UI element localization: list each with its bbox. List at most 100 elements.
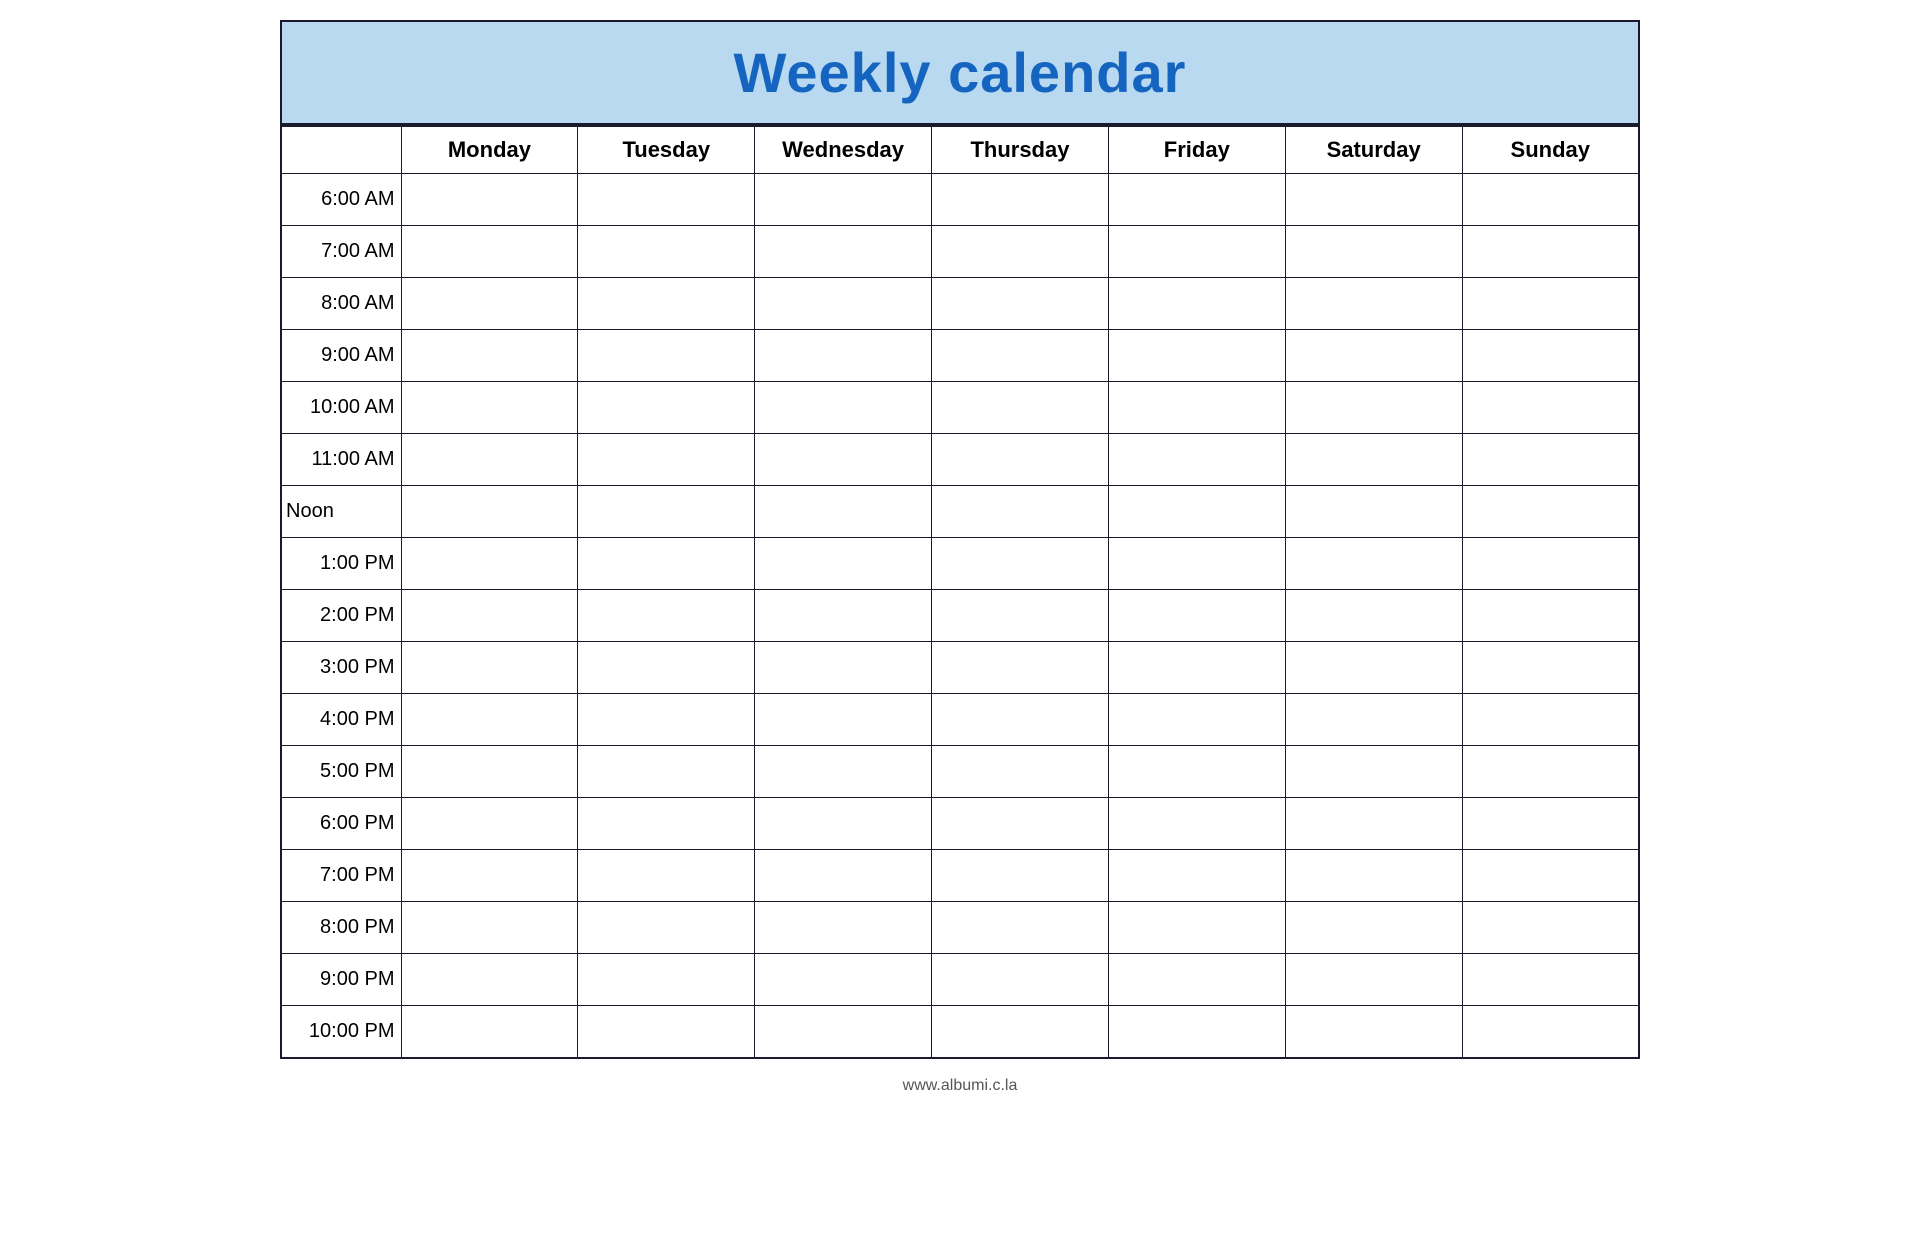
calendar-cell[interactable] [578, 538, 755, 590]
calendar-cell[interactable] [932, 538, 1109, 590]
calendar-cell[interactable] [578, 1006, 755, 1058]
calendar-cell[interactable] [401, 174, 578, 226]
calendar-cell[interactable] [1108, 798, 1285, 850]
calendar-cell[interactable] [1462, 746, 1639, 798]
calendar-cell[interactable] [755, 174, 932, 226]
calendar-cell[interactable] [1285, 486, 1462, 538]
calendar-cell[interactable] [1108, 382, 1285, 434]
calendar-cell[interactable] [401, 642, 578, 694]
calendar-cell[interactable] [1285, 590, 1462, 642]
calendar-cell[interactable] [932, 226, 1109, 278]
calendar-cell[interactable] [401, 590, 578, 642]
calendar-cell[interactable] [1462, 382, 1639, 434]
calendar-cell[interactable] [1108, 850, 1285, 902]
calendar-cell[interactable] [1285, 226, 1462, 278]
calendar-cell[interactable] [1108, 902, 1285, 954]
calendar-cell[interactable] [1108, 486, 1285, 538]
calendar-cell[interactable] [1462, 954, 1639, 1006]
calendar-cell[interactable] [578, 694, 755, 746]
calendar-cell[interactable] [578, 850, 755, 902]
calendar-cell[interactable] [578, 902, 755, 954]
calendar-cell[interactable] [1108, 538, 1285, 590]
calendar-cell[interactable] [1108, 434, 1285, 486]
calendar-cell[interactable] [578, 954, 755, 1006]
calendar-cell[interactable] [755, 954, 932, 1006]
calendar-cell[interactable] [932, 694, 1109, 746]
calendar-cell[interactable] [401, 850, 578, 902]
calendar-cell[interactable] [932, 486, 1109, 538]
calendar-cell[interactable] [578, 226, 755, 278]
calendar-cell[interactable] [755, 642, 932, 694]
calendar-cell[interactable] [401, 538, 578, 590]
calendar-cell[interactable] [401, 278, 578, 330]
calendar-cell[interactable] [1462, 850, 1639, 902]
calendar-cell[interactable] [1285, 1006, 1462, 1058]
calendar-cell[interactable] [1285, 850, 1462, 902]
calendar-cell[interactable] [1462, 434, 1639, 486]
calendar-cell[interactable] [1108, 174, 1285, 226]
calendar-cell[interactable] [932, 278, 1109, 330]
calendar-cell[interactable] [578, 798, 755, 850]
calendar-cell[interactable] [1285, 902, 1462, 954]
calendar-cell[interactable] [578, 642, 755, 694]
calendar-cell[interactable] [401, 434, 578, 486]
calendar-cell[interactable] [1462, 902, 1639, 954]
calendar-cell[interactable] [932, 434, 1109, 486]
calendar-cell[interactable] [1285, 278, 1462, 330]
calendar-cell[interactable] [932, 902, 1109, 954]
calendar-cell[interactable] [578, 330, 755, 382]
calendar-cell[interactable] [578, 278, 755, 330]
calendar-cell[interactable] [1108, 590, 1285, 642]
calendar-cell[interactable] [1462, 1006, 1639, 1058]
calendar-cell[interactable] [578, 434, 755, 486]
calendar-cell[interactable] [401, 902, 578, 954]
calendar-cell[interactable] [578, 590, 755, 642]
calendar-cell[interactable] [755, 1006, 932, 1058]
calendar-cell[interactable] [401, 330, 578, 382]
calendar-cell[interactable] [755, 798, 932, 850]
calendar-cell[interactable] [1108, 1006, 1285, 1058]
calendar-cell[interactable] [1462, 486, 1639, 538]
calendar-cell[interactable] [1462, 174, 1639, 226]
calendar-cell[interactable] [578, 746, 755, 798]
calendar-cell[interactable] [1285, 954, 1462, 1006]
calendar-cell[interactable] [1462, 798, 1639, 850]
calendar-cell[interactable] [1108, 746, 1285, 798]
calendar-cell[interactable] [1108, 694, 1285, 746]
calendar-cell[interactable] [932, 330, 1109, 382]
calendar-cell[interactable] [1462, 538, 1639, 590]
calendar-cell[interactable] [1285, 434, 1462, 486]
calendar-cell[interactable] [755, 382, 932, 434]
calendar-cell[interactable] [1108, 226, 1285, 278]
calendar-cell[interactable] [932, 174, 1109, 226]
calendar-cell[interactable] [1462, 642, 1639, 694]
calendar-cell[interactable] [401, 954, 578, 1006]
calendar-cell[interactable] [932, 382, 1109, 434]
calendar-cell[interactable] [1462, 694, 1639, 746]
calendar-cell[interactable] [932, 850, 1109, 902]
calendar-cell[interactable] [1285, 174, 1462, 226]
calendar-cell[interactable] [401, 1006, 578, 1058]
calendar-cell[interactable] [1108, 642, 1285, 694]
calendar-cell[interactable] [1285, 746, 1462, 798]
calendar-cell[interactable] [1108, 278, 1285, 330]
calendar-cell[interactable] [1462, 330, 1639, 382]
calendar-cell[interactable] [755, 486, 932, 538]
calendar-cell[interactable] [401, 694, 578, 746]
calendar-cell[interactable] [755, 330, 932, 382]
calendar-cell[interactable] [1462, 226, 1639, 278]
calendar-cell[interactable] [755, 694, 932, 746]
calendar-cell[interactable] [932, 642, 1109, 694]
calendar-cell[interactable] [401, 746, 578, 798]
calendar-cell[interactable] [578, 174, 755, 226]
calendar-cell[interactable] [1285, 538, 1462, 590]
calendar-cell[interactable] [755, 434, 932, 486]
calendar-cell[interactable] [755, 226, 932, 278]
calendar-cell[interactable] [578, 382, 755, 434]
calendar-cell[interactable] [932, 798, 1109, 850]
calendar-cell[interactable] [401, 382, 578, 434]
calendar-cell[interactable] [578, 486, 755, 538]
calendar-cell[interactable] [1285, 382, 1462, 434]
calendar-cell[interactable] [755, 746, 932, 798]
calendar-cell[interactable] [755, 538, 932, 590]
